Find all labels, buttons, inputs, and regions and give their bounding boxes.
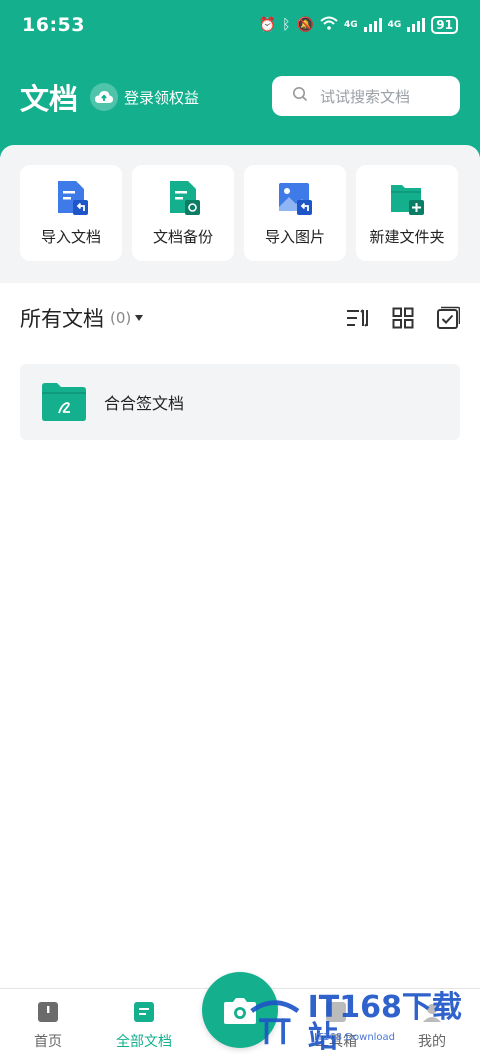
- import-image-icon: [279, 182, 312, 215]
- grid-view-icon[interactable]: [392, 307, 414, 329]
- page-title: 文档: [20, 82, 79, 116]
- login-label: 登录领权益: [124, 88, 200, 107]
- tab-label: 全部文档: [116, 1034, 172, 1050]
- status-bar: 16:53 ⏰ ᛒ 🔕 4G 4G 91: [0, 0, 480, 50]
- signal-icon-2: [407, 18, 426, 32]
- import-doc-button[interactable]: 导入文档: [20, 165, 122, 261]
- bluetooth-icon: ᛒ: [282, 17, 291, 33]
- folder-icon: [42, 383, 86, 421]
- wifi-icon: [320, 16, 338, 34]
- watermark: IT168下载站 IT168 Download: [248, 990, 478, 1055]
- folder-name: 合合签文档: [104, 394, 185, 413]
- home-icon: [38, 1002, 58, 1022]
- network-type-1: 4G: [343, 20, 358, 30]
- quick-actions: 导入文档 文档备份 导入图片 新建文件夹: [20, 165, 458, 261]
- sort-icon[interactable]: [346, 308, 370, 328]
- all-docs-header: 所有文档 (0): [20, 300, 460, 336]
- backup-doc-icon: [170, 180, 200, 215]
- login-benefits-link[interactable]: 登录领权益: [90, 83, 199, 111]
- section-title[interactable]: 所有文档: [20, 303, 104, 333]
- cloud-upload-icon: [90, 83, 119, 111]
- docs-icon: [134, 1002, 154, 1022]
- tile-label: 导入文档: [40, 227, 101, 246]
- tile-label: 导入图片: [264, 227, 325, 246]
- import-image-button[interactable]: 导入图片: [244, 165, 346, 261]
- tile-label: 新建文件夹: [369, 227, 445, 246]
- new-folder-button[interactable]: 新建文件夹: [356, 165, 458, 261]
- search-icon: [292, 86, 308, 106]
- mute-icon: 🔕: [296, 17, 314, 33]
- tab-home[interactable]: 首页: [8, 1001, 88, 1051]
- status-time: 16:53: [22, 14, 85, 36]
- new-folder-icon: [391, 184, 424, 215]
- watermark-brand: IT168下载站: [307, 990, 462, 1055]
- tile-label: 文档备份: [152, 227, 213, 246]
- chevron-down-icon[interactable]: [135, 315, 144, 321]
- battery-icon: 91: [431, 16, 458, 34]
- list-item[interactable]: 合合签文档: [20, 364, 460, 440]
- status-icons: ⏰ ᛒ 🔕 4G 4G 91: [259, 16, 458, 34]
- alarm-icon: ⏰: [258, 17, 277, 33]
- signal-icon: [363, 18, 382, 32]
- doc-count: (0): [110, 309, 132, 327]
- backup-doc-button[interactable]: 文档备份: [132, 165, 234, 261]
- search-placeholder: 试试搜索文档: [320, 87, 411, 106]
- multi-select-icon[interactable]: [436, 306, 460, 330]
- tab-label: 首页: [34, 1034, 62, 1050]
- network-type-2: 4G: [387, 20, 402, 30]
- tab-all-docs[interactable]: 全部文档: [104, 1001, 184, 1051]
- view-tools: [346, 306, 460, 330]
- import-doc-icon: [58, 180, 88, 215]
- watermark-logo-icon: [250, 1000, 300, 1045]
- watermark-sub: IT168 Download: [314, 1032, 396, 1043]
- search-input[interactable]: 试试搜索文档: [272, 76, 460, 116]
